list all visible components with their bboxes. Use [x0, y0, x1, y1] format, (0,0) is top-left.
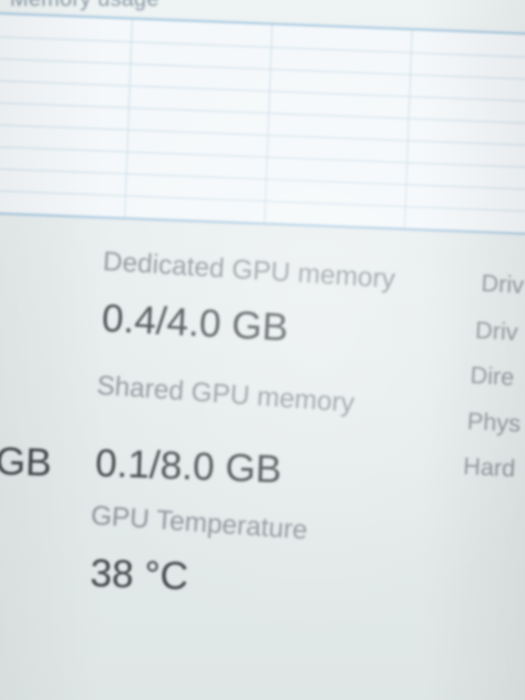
graph-title: Memory usage	[10, 0, 159, 12]
graph-grid-hline	[0, 189, 525, 213]
graph-grid-vline	[124, 19, 133, 218]
graph-grid-hline	[0, 58, 525, 81]
task-manager-gpu-panel: Memory usage Dedicated GPU memory 0.4/4.…	[0, 0, 525, 700]
graph-grid-hline	[0, 102, 525, 125]
graph-grid-vline	[264, 24, 273, 223]
graph-grid-hline	[0, 167, 525, 191]
photo-blur-layer: Memory usage Dedicated GPU memory 0.4/4.…	[0, 0, 525, 700]
graph-grid-hline	[0, 36, 525, 59]
left-column-value-fragment: GB	[0, 440, 53, 485]
driver-version-label-fragment: Driv	[480, 270, 525, 300]
hardware-reserved-label-fragment: Hard	[462, 453, 516, 483]
graph-grid-hline	[0, 80, 525, 103]
memory-usage-graph	[0, 12, 525, 236]
gpu-temperature-label: GPU Temperature	[89, 500, 309, 546]
gpu-temperature-value: 38 °C	[89, 552, 189, 599]
shared-gpu-memory-value: 0.1/8.0 GB	[94, 442, 283, 492]
dedicated-gpu-memory-value: 0.4/4.0 GB	[100, 297, 290, 350]
physical-location-label-fragment: Phys	[466, 408, 522, 438]
graph-grid-hline	[0, 145, 525, 169]
graph-grid-hline	[0, 123, 525, 147]
dedicated-gpu-memory-label: Dedicated GPU memory	[102, 246, 397, 294]
shared-gpu-memory-label: Shared GPU memory	[95, 370, 356, 418]
directx-version-label-fragment: Dire	[469, 362, 515, 392]
driver-date-label-fragment: Driv	[474, 317, 519, 347]
graph-grid-vline	[404, 30, 413, 229]
